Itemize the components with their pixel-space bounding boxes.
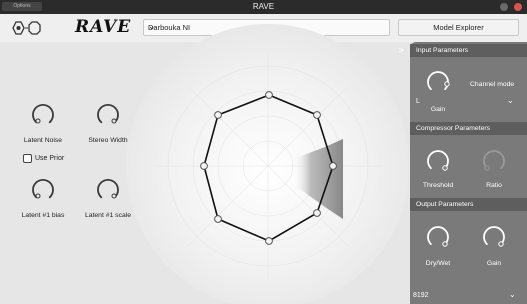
brand-logo: RAVE [75,17,132,37]
latent-node-7[interactable] [200,162,208,170]
output-gain-label: Gain [486,260,502,267]
latent-node-1[interactable] [265,91,273,99]
compressor-parameters-header: Compressor Parameters [410,122,527,135]
threshold-label: Threshold [422,182,454,189]
input-gain-label: Gain [430,106,446,113]
latent-node-6[interactable] [214,215,222,223]
latent-node-8[interactable] [214,111,222,119]
chevron-right-icon[interactable]: > [399,44,404,57]
window-title-bar: Options RAVE [0,0,527,14]
latent-noise-knob[interactable] [30,102,56,128]
latent-visualizer [126,24,410,304]
latent-bias-knob[interactable] [30,177,56,203]
input-parameters-header[interactable]: > Input Parameters [399,44,527,57]
input-gain-knob[interactable] [424,68,452,96]
use-prior-label: Use Prior [35,155,65,162]
buffer-size-dropdown[interactable]: 8192 [413,292,429,299]
rave-logo-icon [12,21,41,35]
latent-scale-knob[interactable] [95,177,121,203]
threshold-knob[interactable] [424,147,452,175]
plugin-body: RAVE Darbouka NI ⌄ Model Explorer Latent… [0,14,527,304]
ratio-knob[interactable] [480,147,508,175]
latent-node-3[interactable] [329,162,337,170]
output-parameters-title: Output Parameters [416,201,474,208]
channel-mode-label: Channel mode [470,81,515,88]
use-prior-checkbox[interactable] [23,154,32,163]
latent-node-4[interactable] [313,209,321,217]
dry-wet-label: Dry/Wet [425,260,451,267]
minimize-button[interactable] [500,3,508,11]
input-parameters-title: Input Parameters [416,47,469,54]
dry-wet-knob[interactable] [424,223,452,251]
stereo-width-knob[interactable] [95,102,121,128]
latent-node-5[interactable] [265,237,273,245]
output-parameters-header: Output Parameters [410,198,527,211]
output-gain-knob[interactable] [480,223,508,251]
channel-mode-dropdown[interactable]: L [416,98,420,105]
chevron-down-icon[interactable]: ⌄ [509,290,516,299]
latent-node-2[interactable] [313,111,321,119]
chevron-down-icon[interactable]: ⌄ [507,96,514,105]
close-button[interactable] [514,3,522,11]
model-explorer-button[interactable]: Model Explorer [398,19,519,36]
compressor-parameters-title: Compressor Parameters [416,125,491,132]
window-title: RAVE [252,2,275,11]
ratio-label: Ratio [486,182,502,189]
